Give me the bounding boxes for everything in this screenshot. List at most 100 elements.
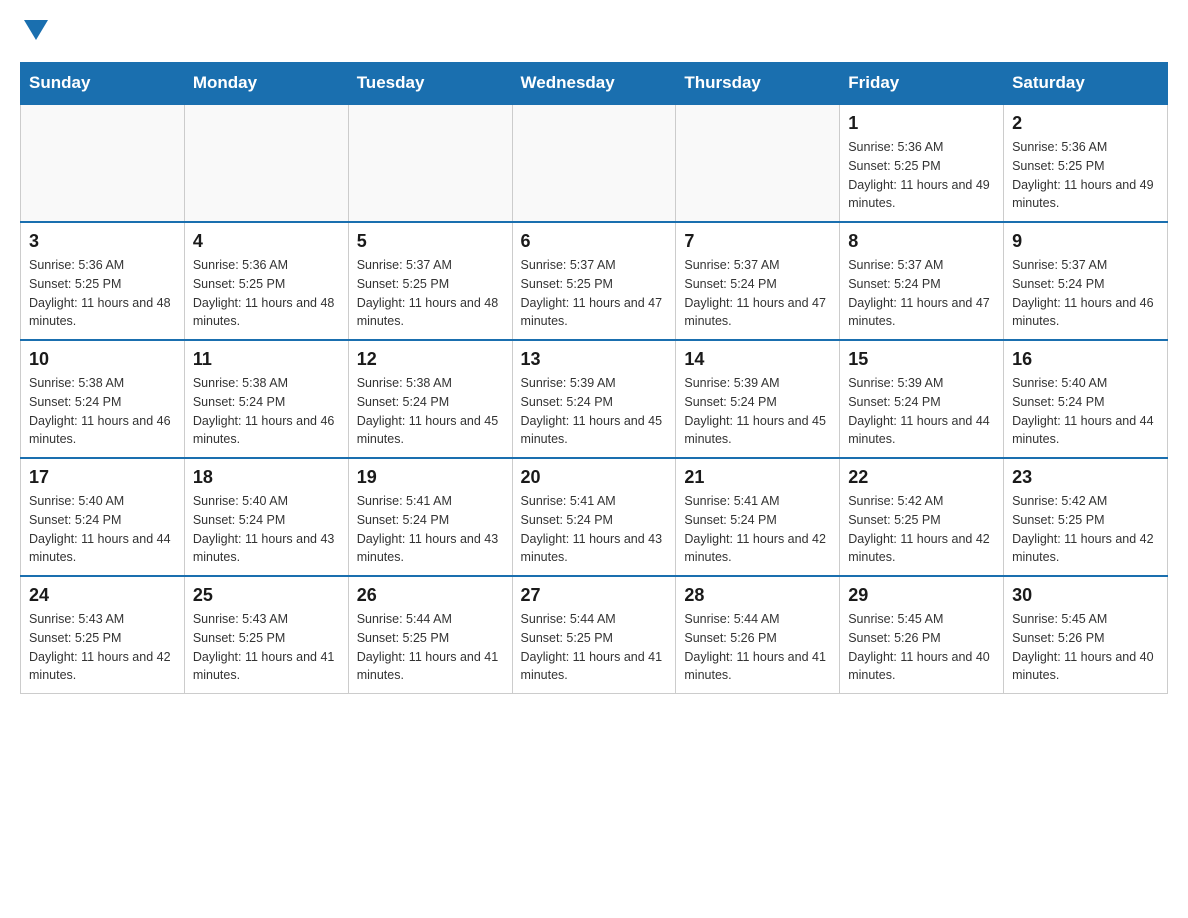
day-info: Sunrise: 5:45 AM Sunset: 5:26 PM Dayligh… xyxy=(1012,610,1159,685)
day-info: Sunrise: 5:42 AM Sunset: 5:25 PM Dayligh… xyxy=(1012,492,1159,567)
day-info: Sunrise: 5:40 AM Sunset: 5:24 PM Dayligh… xyxy=(193,492,340,567)
day-info: Sunrise: 5:40 AM Sunset: 5:24 PM Dayligh… xyxy=(29,492,176,567)
day-number: 21 xyxy=(684,467,831,488)
day-number: 2 xyxy=(1012,113,1159,134)
day-info: Sunrise: 5:43 AM Sunset: 5:25 PM Dayligh… xyxy=(193,610,340,685)
calendar-cell: 4 Sunrise: 5:36 AM Sunset: 5:25 PM Daylig… xyxy=(184,222,348,340)
day-number: 7 xyxy=(684,231,831,252)
calendar-cell xyxy=(348,104,512,222)
day-info: Sunrise: 5:40 AM Sunset: 5:24 PM Dayligh… xyxy=(1012,374,1159,449)
calendar-cell: 8 Sunrise: 5:37 AM Sunset: 5:24 PM Daylig… xyxy=(840,222,1004,340)
calendar-cell: 30 Sunrise: 5:45 AM Sunset: 5:26 PM Dayli… xyxy=(1004,576,1168,694)
day-info: Sunrise: 5:36 AM Sunset: 5:25 PM Dayligh… xyxy=(29,256,176,331)
day-number: 1 xyxy=(848,113,995,134)
calendar-cell: 21 Sunrise: 5:41 AM Sunset: 5:24 PM Dayli… xyxy=(676,458,840,576)
calendar-cell: 29 Sunrise: 5:45 AM Sunset: 5:26 PM Dayli… xyxy=(840,576,1004,694)
calendar-cell: 26Sunrise: 5:44 AM Sunset: 5:25 PM Dayli… xyxy=(348,576,512,694)
day-number: 11 xyxy=(193,349,340,370)
calendar-cell xyxy=(512,104,676,222)
day-number: 18 xyxy=(193,467,340,488)
day-info: Sunrise: 5:38 AM Sunset: 5:24 PM Dayligh… xyxy=(357,374,504,449)
day-number: 15 xyxy=(848,349,995,370)
weekday-header-sunday: Sunday xyxy=(21,63,185,105)
calendar-week-row: 3 Sunrise: 5:36 AM Sunset: 5:25 PM Daylig… xyxy=(21,222,1168,340)
calendar-cell: 24 Sunrise: 5:43 AM Sunset: 5:25 PM Dayli… xyxy=(21,576,185,694)
day-number: 8 xyxy=(848,231,995,252)
day-info: Sunrise: 5:41 AM Sunset: 5:24 PM Dayligh… xyxy=(521,492,668,567)
weekday-header-tuesday: Tuesday xyxy=(348,63,512,105)
day-info: Sunrise: 5:39 AM Sunset: 5:24 PM Dayligh… xyxy=(521,374,668,449)
day-number: 23 xyxy=(1012,467,1159,488)
calendar-cell: 3 Sunrise: 5:36 AM Sunset: 5:25 PM Daylig… xyxy=(21,222,185,340)
day-number: 29 xyxy=(848,585,995,606)
day-number: 19 xyxy=(357,467,504,488)
day-info: Sunrise: 5:39 AM Sunset: 5:24 PM Dayligh… xyxy=(684,374,831,449)
logo-triangle-icon xyxy=(24,20,48,40)
day-info: Sunrise: 5:42 AM Sunset: 5:25 PM Dayligh… xyxy=(848,492,995,567)
calendar-cell: 28Sunrise: 5:44 AM Sunset: 5:26 PM Dayli… xyxy=(676,576,840,694)
day-info: Sunrise: 5:37 AM Sunset: 5:25 PM Dayligh… xyxy=(357,256,504,331)
calendar-cell: 16 Sunrise: 5:40 AM Sunset: 5:24 PM Dayli… xyxy=(1004,340,1168,458)
calendar-cell: 20 Sunrise: 5:41 AM Sunset: 5:24 PM Dayli… xyxy=(512,458,676,576)
day-info: Sunrise: 5:38 AM Sunset: 5:24 PM Dayligh… xyxy=(29,374,176,449)
day-number: 22 xyxy=(848,467,995,488)
calendar-cell: 11 Sunrise: 5:38 AM Sunset: 5:24 PM Dayli… xyxy=(184,340,348,458)
calendar-cell xyxy=(21,104,185,222)
day-number: 14 xyxy=(684,349,831,370)
calendar-cell: 19 Sunrise: 5:41 AM Sunset: 5:24 PM Dayli… xyxy=(348,458,512,576)
calendar-table: SundayMondayTuesdayWednesdayThursdayFrid… xyxy=(20,62,1168,694)
day-info: Sunrise: 5:37 AM Sunset: 5:24 PM Dayligh… xyxy=(848,256,995,331)
logo xyxy=(20,20,48,42)
day-info: Sunrise: 5:38 AM Sunset: 5:24 PM Dayligh… xyxy=(193,374,340,449)
day-info: Sunrise: 5:44 AM Sunset: 5:25 PM Dayligh… xyxy=(357,610,504,685)
day-number: 16 xyxy=(1012,349,1159,370)
day-number: 25 xyxy=(193,585,340,606)
day-info: Sunrise: 5:41 AM Sunset: 5:24 PM Dayligh… xyxy=(357,492,504,567)
calendar-cell: 6 Sunrise: 5:37 AM Sunset: 5:25 PM Daylig… xyxy=(512,222,676,340)
weekday-header-thursday: Thursday xyxy=(676,63,840,105)
day-number: 3 xyxy=(29,231,176,252)
calendar-cell: 12 Sunrise: 5:38 AM Sunset: 5:24 PM Dayli… xyxy=(348,340,512,458)
day-info: Sunrise: 5:44 AM Sunset: 5:25 PM Dayligh… xyxy=(521,610,668,685)
calendar-cell: 14 Sunrise: 5:39 AM Sunset: 5:24 PM Dayli… xyxy=(676,340,840,458)
day-info: Sunrise: 5:37 AM Sunset: 5:25 PM Dayligh… xyxy=(521,256,668,331)
calendar-cell: 10Sunrise: 5:38 AM Sunset: 5:24 PM Dayli… xyxy=(21,340,185,458)
logo-blue-text xyxy=(20,20,48,42)
weekday-header-saturday: Saturday xyxy=(1004,63,1168,105)
calendar-header-row: SundayMondayTuesdayWednesdayThursdayFrid… xyxy=(21,63,1168,105)
day-number: 24 xyxy=(29,585,176,606)
day-number: 20 xyxy=(521,467,668,488)
weekday-header-monday: Monday xyxy=(184,63,348,105)
day-number: 13 xyxy=(521,349,668,370)
day-info: Sunrise: 5:39 AM Sunset: 5:24 PM Dayligh… xyxy=(848,374,995,449)
day-info: Sunrise: 5:37 AM Sunset: 5:24 PM Dayligh… xyxy=(1012,256,1159,331)
day-info: Sunrise: 5:37 AM Sunset: 5:24 PM Dayligh… xyxy=(684,256,831,331)
calendar-cell xyxy=(676,104,840,222)
day-number: 27 xyxy=(521,585,668,606)
calendar-week-row: 17 Sunrise: 5:40 AM Sunset: 5:24 PM Dayli… xyxy=(21,458,1168,576)
calendar-cell: 18 Sunrise: 5:40 AM Sunset: 5:24 PM Dayli… xyxy=(184,458,348,576)
day-info: Sunrise: 5:43 AM Sunset: 5:25 PM Dayligh… xyxy=(29,610,176,685)
weekday-header-friday: Friday xyxy=(840,63,1004,105)
weekday-header-wednesday: Wednesday xyxy=(512,63,676,105)
calendar-cell: 9 Sunrise: 5:37 AM Sunset: 5:24 PM Daylig… xyxy=(1004,222,1168,340)
calendar-cell: 15 Sunrise: 5:39 AM Sunset: 5:24 PM Dayli… xyxy=(840,340,1004,458)
day-info: Sunrise: 5:36 AM Sunset: 5:25 PM Dayligh… xyxy=(1012,138,1159,213)
day-info: Sunrise: 5:45 AM Sunset: 5:26 PM Dayligh… xyxy=(848,610,995,685)
day-number: 30 xyxy=(1012,585,1159,606)
day-number: 6 xyxy=(521,231,668,252)
calendar-cell: 5 Sunrise: 5:37 AM Sunset: 5:25 PM Daylig… xyxy=(348,222,512,340)
day-number: 4 xyxy=(193,231,340,252)
calendar-week-row: 10Sunrise: 5:38 AM Sunset: 5:24 PM Dayli… xyxy=(21,340,1168,458)
day-number: 9 xyxy=(1012,231,1159,252)
day-number: 17 xyxy=(29,467,176,488)
calendar-cell xyxy=(184,104,348,222)
calendar-cell: 17 Sunrise: 5:40 AM Sunset: 5:24 PM Dayli… xyxy=(21,458,185,576)
day-info: Sunrise: 5:41 AM Sunset: 5:24 PM Dayligh… xyxy=(684,492,831,567)
day-info: Sunrise: 5:36 AM Sunset: 5:25 PM Dayligh… xyxy=(193,256,340,331)
day-number: 12 xyxy=(357,349,504,370)
day-info: Sunrise: 5:44 AM Sunset: 5:26 PM Dayligh… xyxy=(684,610,831,685)
calendar-cell: 27 Sunrise: 5:44 AM Sunset: 5:25 PM Dayli… xyxy=(512,576,676,694)
day-number: 5 xyxy=(357,231,504,252)
calendar-cell: 2 Sunrise: 5:36 AM Sunset: 5:25 PM Daylig… xyxy=(1004,104,1168,222)
